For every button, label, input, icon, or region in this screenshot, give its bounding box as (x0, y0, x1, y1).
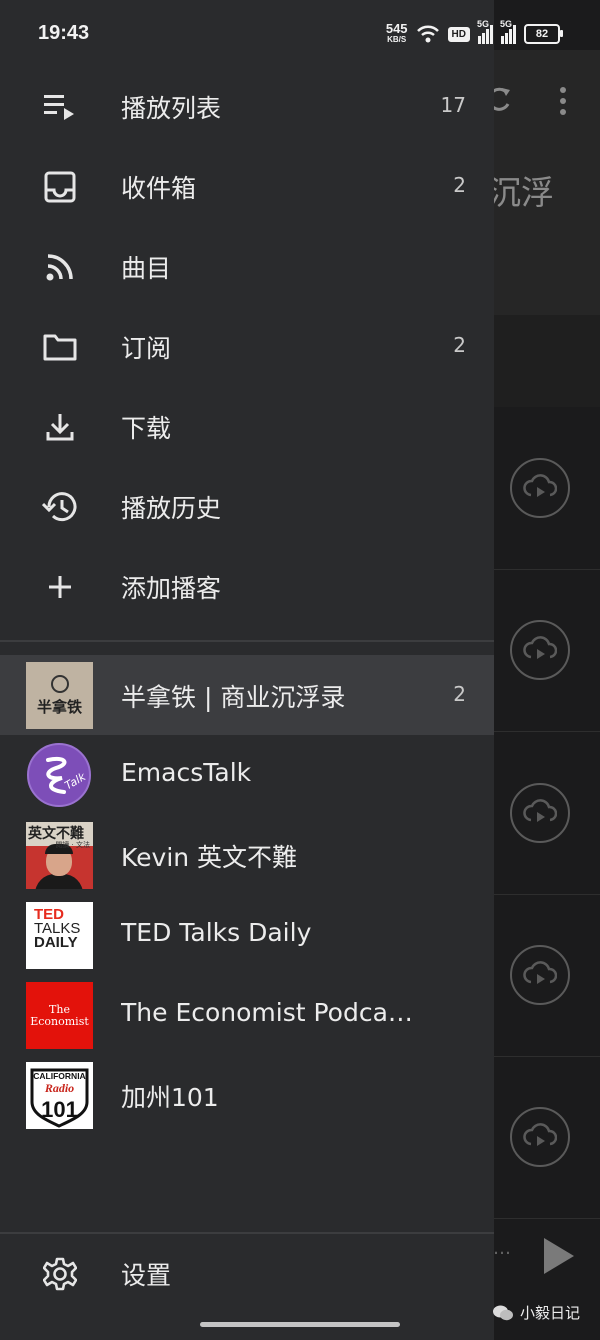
playlist-icon (40, 87, 80, 127)
mini-player-ellipsis: … (493, 1238, 511, 1259)
plus-icon (40, 567, 80, 607)
nav-label: 添加播客 (121, 574, 222, 603)
nav-item-playlist[interactable]: 播放列表 17 (0, 67, 494, 147)
subscription-title: The Economist Podcas… (121, 998, 421, 1027)
nav-item-inbox[interactable]: 收件箱 2 (0, 147, 494, 227)
more-vert-icon[interactable] (556, 86, 570, 116)
nav-item-history[interactable]: 播放历史 (0, 467, 494, 547)
podcast-cover: 半拿铁 (26, 662, 93, 729)
background-episode-row (494, 1057, 600, 1219)
watermark: 小毅日记 (492, 1302, 580, 1323)
nav-label: 收件箱 (121, 174, 197, 203)
subscription-title: 加州101 (121, 1083, 219, 1112)
home-indicator[interactable] (200, 1322, 400, 1327)
cellular-signal-icon: 5G (500, 19, 516, 44)
battery-icon: 82 (524, 24, 563, 44)
history-icon (40, 487, 80, 527)
cloud-play-icon[interactable] (510, 458, 570, 518)
status-icons: 545 KB/S HD 5G 5G 82 (385, 19, 563, 48)
cloud-play-icon[interactable] (510, 945, 570, 1005)
coffee-cup-icon (50, 674, 69, 693)
gear-icon (40, 1254, 80, 1294)
podcast-cover: TED TALKS DAILY (26, 902, 93, 969)
podcast-cover: CALIFORNIA Radio 101 (26, 1062, 93, 1129)
background-episode-row (494, 408, 600, 570)
subscription-count: 2 (453, 682, 466, 706)
cellular-signal-icon: 5G (477, 19, 493, 44)
rss-feed-icon (40, 247, 80, 287)
play-icon[interactable] (544, 1238, 574, 1274)
subscription-item[interactable]: Talk EmacsTalk (0, 735, 494, 815)
nav-count: 2 (453, 333, 466, 357)
svg-text:Radio: Radio (44, 1081, 74, 1095)
settings-label: 设置 (121, 1261, 172, 1290)
nav-item-subscriptions[interactable]: 订阅 2 (0, 307, 494, 387)
subscription-title: 半拿铁 | 商业沉浮录 (121, 683, 346, 712)
cloud-play-icon[interactable] (510, 783, 570, 843)
cloud-play-icon[interactable] (510, 1107, 570, 1167)
status-time: 19:43 (38, 22, 90, 44)
nav-item-episodes[interactable]: 曲目 (0, 227, 494, 307)
podcast-cover: Talk (26, 742, 93, 809)
subscription-item[interactable]: TED TALKS DAILY TED Talks Daily (0, 895, 494, 975)
podcast-cover: The Economist (26, 982, 93, 1049)
subscription-item[interactable]: The Economist The Economist Podcas… (0, 975, 494, 1055)
nav-label: 订阅 (121, 334, 172, 363)
wechat-icon (493, 1305, 513, 1320)
nav-item-settings[interactable]: 设置 (0, 1234, 494, 1314)
nav-count: 2 (453, 173, 466, 197)
navigation-drawer: 19:43 播放列表 17 收件箱 2 曲目 订阅 2 下载 播放历史 添加播客… (0, 0, 494, 1340)
subscription-item[interactable]: 半拿铁 半拿铁 | 商业沉浮录 2 (0, 655, 494, 735)
background-episode-row (494, 895, 600, 1057)
nav-item-add-podcast[interactable]: 添加播客 (0, 547, 494, 627)
hd-voice-badge: HD (447, 26, 470, 42)
nav-count: 17 (440, 93, 466, 117)
network-speed: 545 KB/S (385, 21, 408, 44)
subscription-item[interactable]: CALIFORNIA Radio 101 加州101 (0, 1055, 494, 1135)
drawer-divider (0, 640, 494, 642)
download-icon (40, 407, 80, 447)
nav-label: 曲目 (121, 254, 172, 283)
svg-text:CALIFORNIA: CALIFORNIA (33, 1071, 85, 1081)
folder-icon (40, 327, 80, 367)
subscription-item[interactable]: 英文不難 閱讀 · 文法 Kevin 英文不難 (0, 815, 494, 895)
svg-text:101: 101 (41, 1097, 78, 1122)
subscription-title: TED Talks Daily (121, 918, 312, 947)
inbox-icon (40, 167, 80, 207)
wifi-icon (416, 25, 439, 43)
podcast-cover: 英文不難 閱讀 · 文法 (26, 822, 93, 889)
nav-label: 播放列表 (121, 94, 222, 123)
subscription-title: Kevin 英文不難 (121, 843, 298, 872)
nav-item-downloads[interactable]: 下载 (0, 387, 494, 467)
background-episode-row (494, 733, 600, 895)
nav-label: 播放历史 (121, 494, 222, 523)
nav-label: 下载 (121, 414, 172, 443)
background-podcast-title: 沉浮 (488, 173, 554, 212)
cloud-play-icon[interactable] (510, 620, 570, 680)
background-episode-row (494, 570, 600, 732)
subscription-title: EmacsTalk (121, 758, 252, 787)
